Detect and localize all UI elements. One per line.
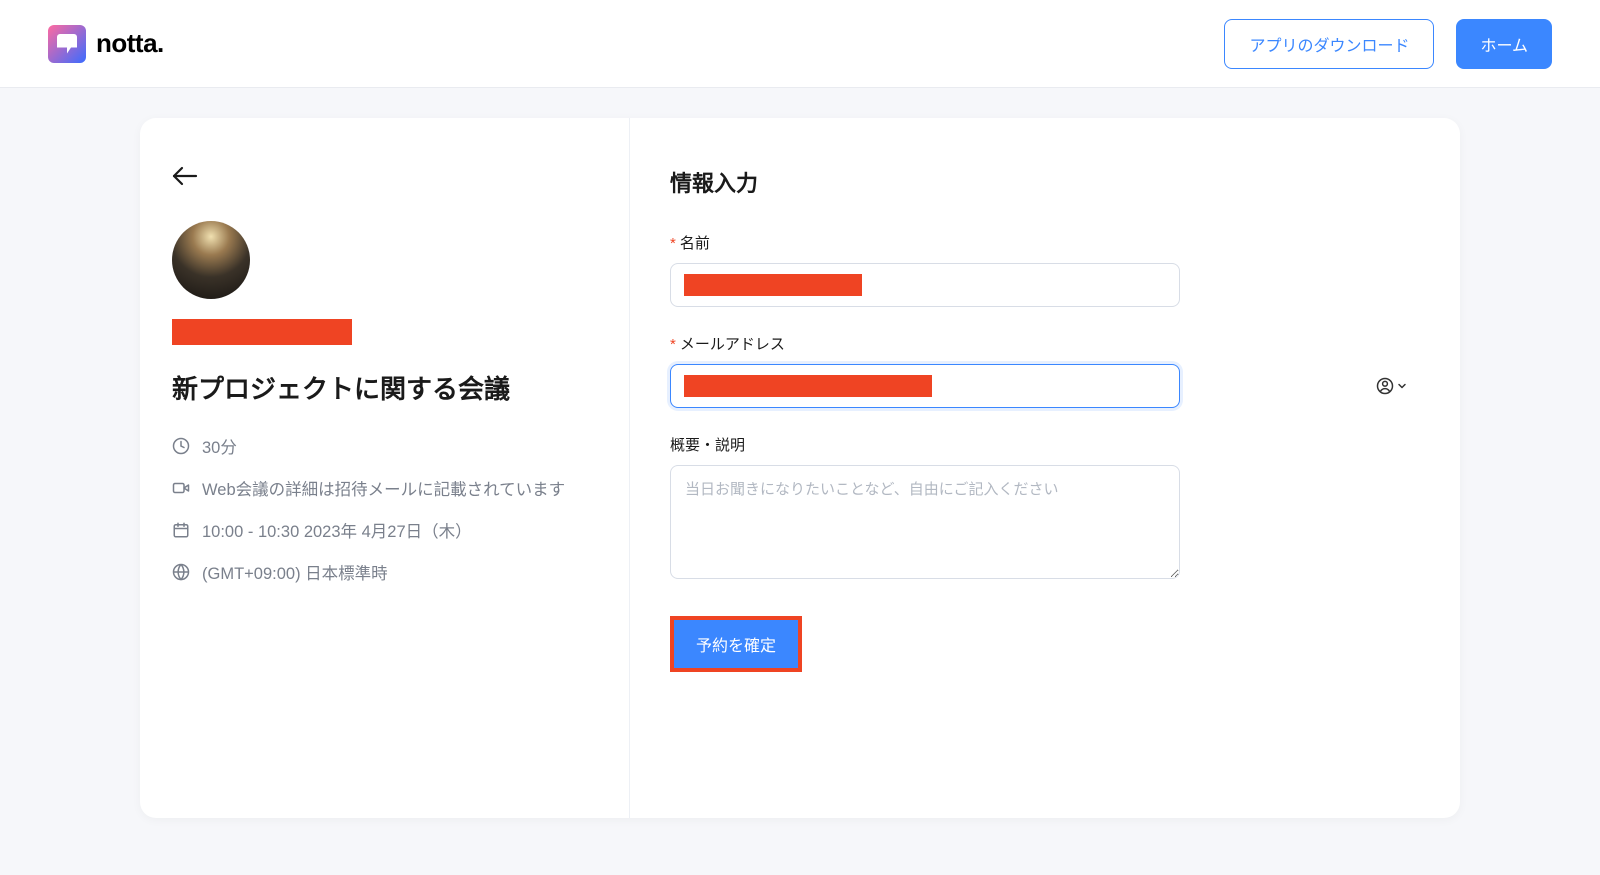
duration-text: 30分 bbox=[202, 434, 237, 458]
meta-web-meeting: Web会議の詳細は招待メールに記載されています bbox=[172, 476, 597, 500]
brand-logo-icon bbox=[48, 25, 86, 63]
event-info-pane: 新プロジェクトに関する会議 30分 Web会議の詳細は招待メールに記載されていま… bbox=[140, 118, 630, 818]
description-textarea[interactable] bbox=[670, 465, 1180, 579]
name-input-wrap bbox=[670, 263, 1420, 307]
home-button[interactable]: ホーム bbox=[1456, 19, 1552, 69]
datetime-text: 10:00 - 10:30 2023年 4月27日（木） bbox=[202, 518, 472, 542]
host-avatar bbox=[172, 221, 250, 299]
web-meeting-text: Web会議の詳細は招待メールに記載されています bbox=[202, 476, 565, 500]
field-email: *メールアドレス bbox=[670, 333, 1420, 408]
download-app-button[interactable]: アプリのダウンロード bbox=[1224, 19, 1434, 69]
description-label: 概要・説明 bbox=[670, 434, 1420, 455]
form-pane: 情報入力 *名前 *メールアドレス bbox=[630, 118, 1460, 818]
form-heading: 情報入力 bbox=[670, 166, 1420, 198]
confirm-booking-button[interactable]: 予約を確定 bbox=[674, 620, 798, 668]
top-header: notta. アプリのダウンロード ホーム bbox=[0, 0, 1600, 88]
contacts-dropdown-button[interactable] bbox=[1376, 377, 1408, 395]
calendar-icon bbox=[172, 521, 190, 539]
email-input-wrap bbox=[670, 364, 1420, 408]
email-label: *メールアドレス bbox=[670, 333, 1420, 354]
video-icon bbox=[172, 479, 190, 497]
meta-timezone: (GMT+09:00) 日本標準時 bbox=[172, 560, 597, 584]
user-circle-icon bbox=[1376, 377, 1394, 395]
meta-datetime: 10:00 - 10:30 2023年 4月27日（木） bbox=[172, 518, 597, 542]
clock-icon bbox=[172, 437, 190, 455]
name-value-redacted bbox=[684, 274, 862, 296]
submit-highlight: 予約を確定 bbox=[670, 616, 802, 672]
back-button[interactable] bbox=[172, 166, 597, 191]
meta-duration: 30分 bbox=[172, 434, 597, 458]
name-label: *名前 bbox=[670, 232, 1420, 253]
booking-card: 新プロジェクトに関する会議 30分 Web会議の詳細は招待メールに記載されていま… bbox=[140, 118, 1460, 818]
field-description: 概要・説明 bbox=[670, 434, 1420, 584]
chevron-down-icon bbox=[1396, 380, 1408, 392]
email-value-redacted bbox=[684, 375, 932, 397]
arrow-left-icon bbox=[172, 166, 198, 186]
globe-icon bbox=[172, 563, 190, 581]
host-name-redacted bbox=[172, 319, 352, 345]
header-actions: アプリのダウンロード ホーム bbox=[1224, 19, 1552, 69]
meeting-title: 新プロジェクトに関する会議 bbox=[172, 369, 597, 406]
brand-logo[interactable]: notta. bbox=[48, 25, 164, 63]
timezone-text: (GMT+09:00) 日本標準時 bbox=[202, 560, 388, 584]
field-name: *名前 bbox=[670, 232, 1420, 307]
brand-name: notta. bbox=[96, 28, 164, 59]
